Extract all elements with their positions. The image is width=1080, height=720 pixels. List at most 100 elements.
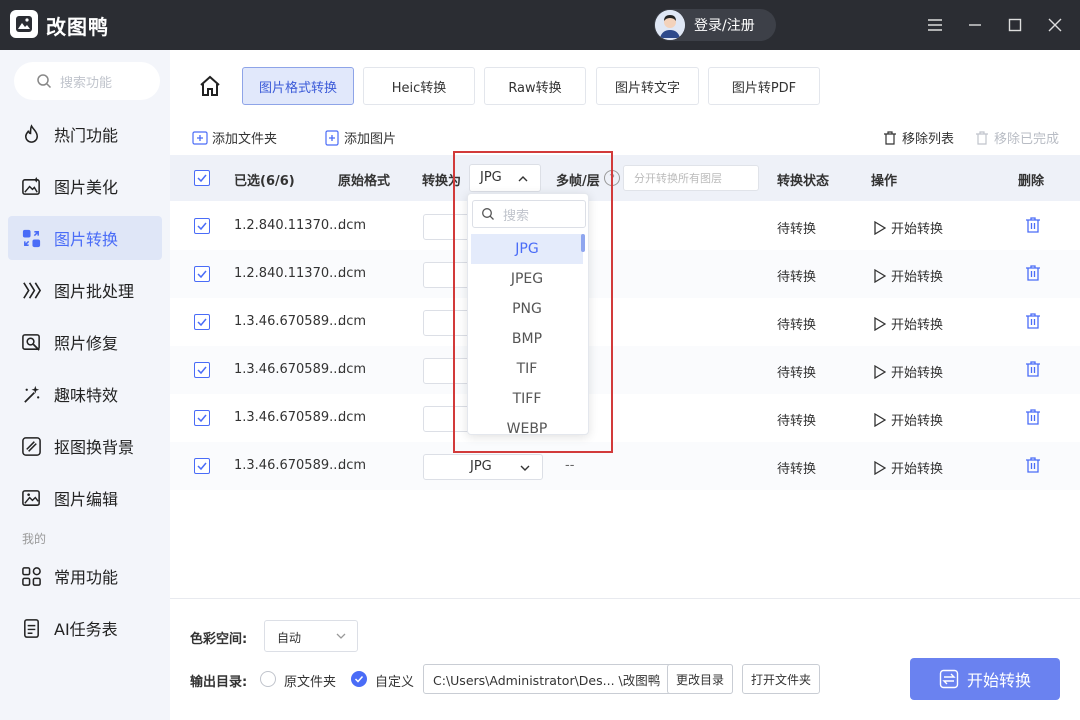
delete-row-icon[interactable] [1024, 360, 1042, 378]
flame-icon [20, 123, 42, 145]
header-multi-frame: 多帧/层 [556, 174, 600, 189]
add-folder-button[interactable]: 添加文件夹 [192, 128, 277, 147]
radio-original-folder[interactable] [260, 671, 276, 687]
remove-list-label: 移除列表 [902, 132, 955, 147]
start-convert-label: 开始转换 [891, 414, 944, 429]
start-all-button[interactable]: 开始转换 [910, 658, 1060, 700]
row-status: 待转换 [777, 318, 817, 333]
row-status: 待转换 [777, 222, 817, 237]
sidebar-search[interactable]: 搜索功能 [14, 62, 160, 100]
delete-row-icon[interactable] [1024, 264, 1042, 282]
format-option-tiff[interactable]: TIFF [471, 384, 583, 414]
sidebar: 搜索功能 热门功能 图片美化 图片转换 图片批处理 照片修复 趣味特效 抠图换背… [0, 50, 170, 720]
bottom-divider [170, 598, 1080, 599]
grid-icon [20, 565, 42, 587]
file-format: dcm [338, 410, 367, 425]
convert-icon [20, 227, 42, 249]
color-space-value: 自动 [277, 631, 302, 645]
tab-image-to-pdf[interactable]: 图片转PDF [708, 67, 820, 105]
sidebar-item-effects[interactable]: 趣味特效 [8, 372, 162, 416]
radio-custom-folder[interactable] [351, 671, 367, 687]
check-icon [197, 174, 207, 183]
sidebar-item-beautify[interactable]: 图片美化 [8, 164, 162, 208]
row-checkbox[interactable] [194, 218, 210, 234]
format-option-jpg[interactable]: JPG [471, 234, 583, 264]
sidebar-item-label: 抠图换背景 [54, 438, 135, 457]
check-icon [354, 675, 364, 683]
row-checkbox[interactable] [194, 314, 210, 330]
login-label: 登录/注册 [694, 18, 755, 34]
target-format-select[interactable]: JPG [423, 454, 543, 480]
trash-icon [976, 130, 988, 145]
row-checkbox[interactable] [194, 266, 210, 282]
remove-list-button[interactable]: 移除列表 [882, 128, 954, 147]
radio-original-label: 原文件夹 [284, 675, 337, 690]
format-option-jpeg[interactable]: JPEG [471, 264, 583, 294]
start-convert-button[interactable]: 开始转换 [874, 410, 943, 429]
change-dir-button[interactable]: 更改目录 [667, 664, 733, 694]
output-path-value: C:\Users\Administrator\Des... \改图鸭 [433, 672, 661, 688]
dropdown-scrollbar[interactable] [581, 234, 585, 252]
sidebar-item-repair[interactable]: 照片修复 [8, 320, 162, 364]
delete-row-icon[interactable] [1024, 216, 1042, 234]
sidebar-item-edit[interactable]: 图片编辑 [8, 476, 162, 520]
sidebar-item-common[interactable]: 常用功能 [8, 554, 162, 598]
help-icon[interactable]: ? [604, 170, 620, 186]
start-convert-button[interactable]: 开始转换 [874, 314, 943, 333]
sidebar-item-cutout[interactable]: 抠图换背景 [8, 424, 162, 468]
sidebar-item-label: 照片修复 [54, 334, 119, 353]
delete-row-icon[interactable] [1024, 456, 1042, 474]
convert-to-all-select[interactable]: JPG [469, 164, 541, 192]
sidebar-item-convert[interactable]: 图片转换 [8, 216, 162, 260]
delete-row-icon[interactable] [1024, 408, 1042, 426]
login-button[interactable]: 登录/注册 [654, 9, 776, 41]
start-convert-button[interactable]: 开始转换 [874, 458, 943, 477]
format-option-tif[interactable]: TIF [471, 354, 583, 384]
sidebar-item-label: 常用功能 [54, 568, 119, 587]
sidebar-item-hot[interactable]: 热门功能 [8, 112, 162, 156]
row-status: 待转换 [777, 366, 817, 381]
maximize-icon[interactable] [1004, 14, 1026, 36]
row-checkbox[interactable] [194, 362, 210, 378]
close-icon[interactable] [1044, 14, 1066, 36]
minimize-icon[interactable] [964, 14, 986, 36]
start-convert-button[interactable]: 开始转换 [874, 218, 943, 237]
start-convert-label: 开始转换 [891, 222, 944, 237]
file-name: 1.3.46.670589... [234, 410, 342, 425]
table-row: 1.3.46.670589... dcm 待转换 开始转换 [170, 394, 1080, 442]
open-folder-button[interactable]: 打开文件夹 [742, 664, 820, 694]
play-icon [874, 412, 886, 427]
header-delete: 删除 [1018, 174, 1045, 189]
start-convert-button[interactable]: 开始转换 [874, 362, 943, 381]
tab-raw[interactable]: Raw转换 [484, 67, 586, 105]
format-option-bmp[interactable]: BMP [471, 324, 583, 354]
sidebar-item-ai-tasks[interactable]: AI任务表 [8, 606, 162, 650]
split-layers-select[interactable]: 分开转换所有图层 [623, 165, 759, 191]
sidebar-item-batch[interactable]: 图片批处理 [8, 268, 162, 312]
start-convert-button[interactable]: 开始转换 [874, 266, 943, 285]
file-name: 1.3.46.670589... [234, 458, 342, 473]
delete-row-icon[interactable] [1024, 312, 1042, 330]
dropdown-search-placeholder: 搜索 [503, 208, 530, 224]
add-image-button[interactable]: 添加图片 [324, 128, 396, 147]
remove-done-button[interactable]: 移除已完成 [974, 128, 1059, 147]
avatar-icon [655, 10, 685, 40]
row-checkbox[interactable] [194, 458, 210, 474]
tab-image-to-text[interactable]: 图片转文字 [596, 67, 699, 105]
dropdown-search-input[interactable]: 搜索 [472, 200, 586, 228]
color-space-select[interactable]: 自动 [264, 620, 358, 652]
row-checkbox[interactable] [194, 410, 210, 426]
home-icon[interactable] [198, 74, 222, 98]
tab-heic[interactable]: Heic转换 [363, 67, 475, 105]
menu-icon[interactable] [924, 14, 946, 36]
check-icon [197, 270, 207, 279]
frames-value: -- [565, 458, 575, 473]
format-dropdown: 搜索 JPG JPEG PNG BMP TIF TIFF WEBP [467, 193, 589, 435]
file-format: dcm [338, 362, 367, 377]
tab-format-convert[interactable]: 图片格式转换 [242, 67, 354, 105]
format-option-webp[interactable]: WEBP [471, 414, 583, 434]
search-icon [482, 208, 494, 220]
select-all-checkbox[interactable] [194, 170, 210, 186]
format-option-png[interactable]: PNG [471, 294, 583, 324]
sidebar-item-label: 图片编辑 [54, 490, 119, 509]
